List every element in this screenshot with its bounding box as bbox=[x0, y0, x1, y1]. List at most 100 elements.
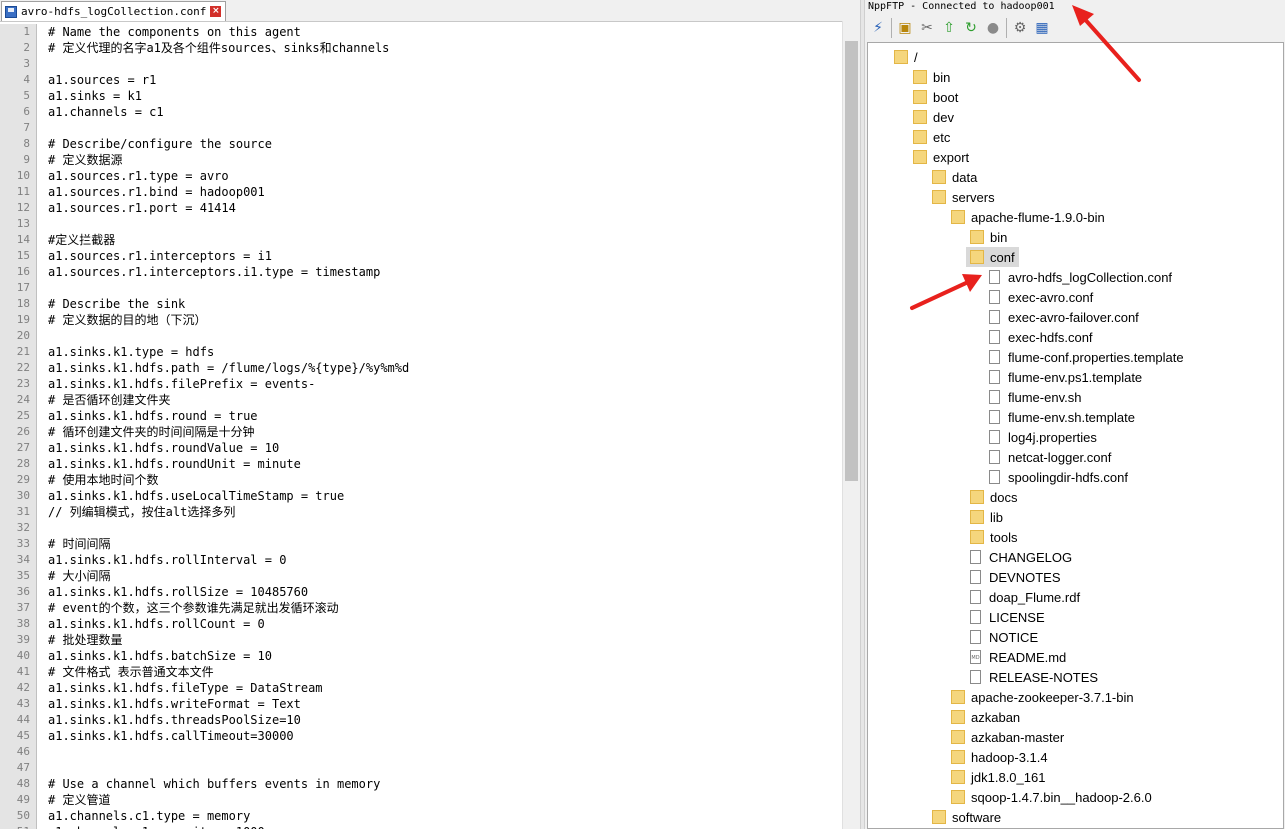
tree-file-item[interactable]: netcat-logger.conf bbox=[985, 447, 1115, 467]
code-line[interactable]: # 文件格式 表示普通文本文件 bbox=[48, 664, 838, 680]
tree-file-item[interactable]: spoolingdir-hdfs.conf bbox=[985, 467, 1132, 487]
connect-icon[interactable]: ⚡ bbox=[869, 19, 887, 37]
code-line[interactable] bbox=[48, 120, 838, 136]
code-line[interactable] bbox=[48, 216, 838, 232]
tree-file-item[interactable]: LICENSE bbox=[966, 607, 1049, 627]
tree-folder-item[interactable]: apache-flume-1.9.0-bin bbox=[947, 207, 1109, 227]
tree-folder-item[interactable]: conf bbox=[966, 247, 1019, 267]
tab-avro-hdfs-logcollection[interactable]: avro-hdfs_logCollection.conf × bbox=[1, 1, 227, 21]
tree-folder-item[interactable]: / bbox=[890, 47, 922, 67]
tree-folder-item[interactable]: dev bbox=[909, 107, 958, 127]
tree-file-item[interactable]: flume-env.ps1.template bbox=[985, 367, 1146, 387]
tree-file-item[interactable]: flume-env.sh.template bbox=[985, 407, 1139, 427]
tree-file-item[interactable]: CHANGELOG bbox=[966, 547, 1076, 567]
code-line[interactable]: # 时间间隔 bbox=[48, 536, 838, 552]
code-line[interactable]: # 是否循环创建文件夹 bbox=[48, 392, 838, 408]
tree-file-item[interactable]: log4j.properties bbox=[985, 427, 1101, 447]
tree-folder-item[interactable]: data bbox=[928, 167, 981, 187]
open-directory-icon[interactable]: ▣ bbox=[896, 19, 914, 37]
code-line[interactable]: a1.sinks = k1 bbox=[48, 88, 838, 104]
code-line[interactable] bbox=[48, 56, 838, 72]
code-line[interactable] bbox=[48, 280, 838, 296]
tree-file-item[interactable]: RELEASE-NOTES bbox=[966, 667, 1102, 687]
scrollbar-thumb[interactable] bbox=[845, 41, 858, 481]
code-line[interactable]: a1.sources.r1.interceptors.i1.type = tim… bbox=[48, 264, 838, 280]
code-line[interactable] bbox=[48, 760, 838, 776]
code-line[interactable] bbox=[48, 520, 838, 536]
tree-file-item[interactable]: exec-avro-failover.conf bbox=[985, 307, 1143, 327]
code-line[interactable]: a1.sinks.k1.hdfs.batchSize = 10 bbox=[48, 648, 838, 664]
code-line[interactable]: #定义拦截器 bbox=[48, 232, 838, 248]
tree-folder-item[interactable]: azkaban bbox=[947, 707, 1024, 727]
tree-folder-item[interactable]: azkaban-master bbox=[947, 727, 1068, 747]
code-line[interactable] bbox=[48, 328, 838, 344]
tree-file-item[interactable]: doap_Flume.rdf bbox=[966, 587, 1084, 607]
tree-file-item[interactable]: exec-hdfs.conf bbox=[985, 327, 1097, 347]
remote-file-tree[interactable]: / bin boot dev etc export data servers apache-fl… bbox=[867, 42, 1284, 829]
code-line[interactable]: a1.sources.r1.type = avro bbox=[48, 168, 838, 184]
code-line[interactable]: a1.sinks.k1.hdfs.writeFormat = Text bbox=[48, 696, 838, 712]
tree-folder-item[interactable]: hadoop-3.1.4 bbox=[947, 747, 1052, 767]
code-line[interactable]: a1.sinks.k1.type = hdfs bbox=[48, 344, 838, 360]
code-line[interactable]: a1.sinks.k1.hdfs.callTimeout=30000 bbox=[48, 728, 838, 744]
abort-icon[interactable]: ● bbox=[984, 19, 1002, 37]
code-line[interactable]: a1.sinks.k1.hdfs.round = true bbox=[48, 408, 838, 424]
settings-tools-icon[interactable]: ✂ bbox=[918, 19, 936, 37]
tree-folder-item[interactable]: boot bbox=[909, 87, 962, 107]
code-line[interactable]: a1.sources = r1 bbox=[48, 72, 838, 88]
tree-folder-item[interactable]: bin bbox=[966, 227, 1011, 247]
code-line[interactable]: # event的个数，这三个参数谁先满足就出发循环滚动 bbox=[48, 600, 838, 616]
vertical-scrollbar[interactable] bbox=[842, 21, 860, 829]
tree-folder-item[interactable]: servers bbox=[928, 187, 999, 207]
code-line[interactable]: a1.sinks.k1.hdfs.path = /flume/logs/%{ty… bbox=[48, 360, 838, 376]
tree-folder-item[interactable]: apache-zookeeper-3.7.1-bin bbox=[947, 687, 1138, 707]
code-line[interactable]: a1.sinks.k1.hdfs.roundValue = 10 bbox=[48, 440, 838, 456]
gear-icon[interactable]: ⚙ bbox=[1011, 19, 1029, 37]
tree-file-item[interactable]: MD README.md bbox=[966, 647, 1070, 667]
tree-folder-item[interactable]: software bbox=[928, 807, 1005, 827]
tree-folder-item[interactable]: export bbox=[909, 147, 973, 167]
code-line[interactable]: a1.sinks.k1.hdfs.rollInterval = 0 bbox=[48, 552, 838, 568]
code-line[interactable]: a1.sinks.k1.hdfs.threadsPoolSize=10 bbox=[48, 712, 838, 728]
code-line[interactable]: # 批处理数量 bbox=[48, 632, 838, 648]
code-line[interactable]: a1.channels = c1 bbox=[48, 104, 838, 120]
code-line[interactable]: a1.sinks.k1.hdfs.rollSize = 10485760 bbox=[48, 584, 838, 600]
code-line[interactable]: # Use a channel which buffers events in … bbox=[48, 776, 838, 792]
code-line[interactable]: # 定义管道 bbox=[48, 792, 838, 808]
code-line[interactable]: a1.sources.r1.bind = hadoop001 bbox=[48, 184, 838, 200]
refresh-icon[interactable]: ↻ bbox=[962, 19, 980, 37]
code-line[interactable]: # Describe the sink bbox=[48, 296, 838, 312]
tree-folder-item[interactable]: lib bbox=[966, 507, 1007, 527]
close-tab-icon[interactable]: × bbox=[210, 6, 222, 17]
editor-pane[interactable]: avro-hdfs_logCollection.conf × 123456789… bbox=[0, 0, 860, 829]
tree-folder-item[interactable]: jdk1.8.0_161 bbox=[947, 767, 1049, 787]
code-line[interactable]: # 定义数据源 bbox=[48, 152, 838, 168]
code-line[interactable]: # 循环创建文件夹的时间间隔是十分钟 bbox=[48, 424, 838, 440]
tree-file-item[interactable]: NOTICE bbox=[966, 627, 1042, 647]
code-text-area[interactable]: # Name the components on this agent # 定义代… bbox=[48, 24, 838, 829]
code-line[interactable]: # 定义数据的目的地（下沉） bbox=[48, 312, 838, 328]
tree-file-item[interactable]: exec-avro.conf bbox=[985, 287, 1097, 307]
tree-file-item[interactable]: avro-hdfs_logCollection.conf bbox=[985, 267, 1176, 287]
code-line[interactable] bbox=[48, 744, 838, 760]
code-line[interactable]: a1.sinks.k1.hdfs.useLocalTimeStamp = tru… bbox=[48, 488, 838, 504]
code-line[interactable]: a1.sources.r1.port = 41414 bbox=[48, 200, 838, 216]
code-line[interactable]: a1.sinks.k1.hdfs.roundUnit = minute bbox=[48, 456, 838, 472]
code-line[interactable]: # Describe/configure the source bbox=[48, 136, 838, 152]
tree-folder-item[interactable]: etc bbox=[909, 127, 954, 147]
code-line[interactable]: a1.sinks.k1.hdfs.filePrefix = events- bbox=[48, 376, 838, 392]
code-line[interactable]: a1.channels.c1.capacity = 1000 bbox=[48, 824, 838, 829]
code-line[interactable]: # 定义代理的名字a1及各个组件sources、sinks和channels bbox=[48, 40, 838, 56]
tree-folder-item[interactable]: sqoop-1.4.7.bin__hadoop-2.6.0 bbox=[947, 787, 1156, 807]
code-line[interactable]: a1.channels.c1.type = memory bbox=[48, 808, 838, 824]
tree-file-item[interactable]: flume-env.sh bbox=[985, 387, 1085, 407]
message-window-icon[interactable]: ▦ bbox=[1033, 19, 1051, 37]
code-line[interactable]: # 使用本地时间个数 bbox=[48, 472, 838, 488]
tree-file-item[interactable]: DEVNOTES bbox=[966, 567, 1065, 587]
code-line[interactable]: # Name the components on this agent bbox=[48, 24, 838, 40]
code-line[interactable]: a1.sinks.k1.hdfs.fileType = DataStream bbox=[48, 680, 838, 696]
code-line[interactable]: a1.sinks.k1.hdfs.rollCount = 0 bbox=[48, 616, 838, 632]
code-line[interactable]: # 大小间隔 bbox=[48, 568, 838, 584]
code-line[interactable]: a1.sources.r1.interceptors = i1 bbox=[48, 248, 838, 264]
code-line[interactable]: // 列编辑模式，按住alt选择多列 bbox=[48, 504, 838, 520]
